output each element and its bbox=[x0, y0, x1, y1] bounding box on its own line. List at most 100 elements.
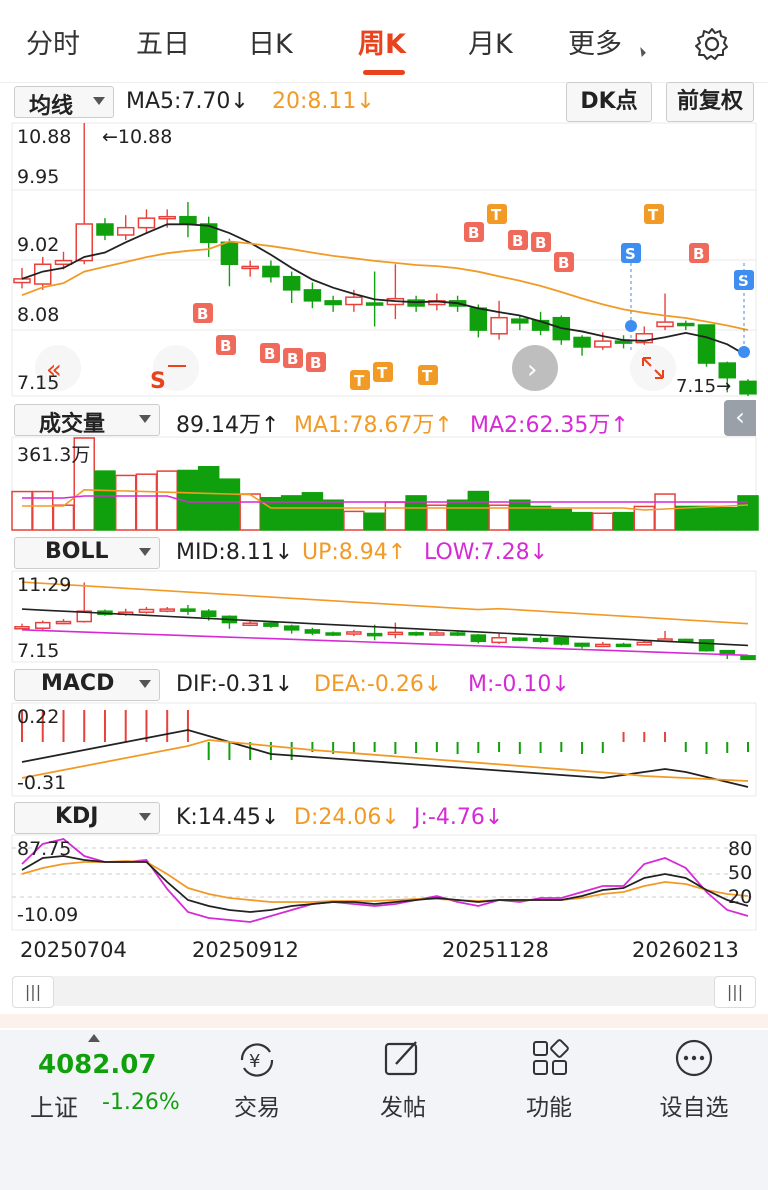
adjust-price-label: 前复权 bbox=[676, 89, 743, 114]
period-tabs: 分时 五日 日K 周K 月K 更多 bbox=[0, 0, 768, 83]
boll-candle-body bbox=[574, 642, 590, 647]
boll-mid: MID:8.11↓ bbox=[176, 540, 294, 565]
nav-add-watchlist[interactable]: 设自选 bbox=[634, 1088, 754, 1122]
index-value[interactable]: 4082.07 bbox=[38, 1050, 156, 1080]
volume-bar bbox=[114, 474, 137, 531]
expand-up-icon[interactable] bbox=[88, 1034, 100, 1042]
collapse-panel-button[interactable]: ‹ bbox=[724, 400, 756, 436]
tab-intraday[interactable]: 分时 bbox=[26, 22, 80, 61]
range-handle-right[interactable]: ||| bbox=[714, 976, 756, 1008]
t-signal-text: T bbox=[377, 364, 388, 382]
macd-axis-min: -0.31 bbox=[17, 772, 67, 794]
candle-body bbox=[656, 321, 674, 328]
volume-value: 89.14万↑ bbox=[176, 413, 280, 438]
fullscreen-button[interactable] bbox=[630, 345, 676, 391]
boll-candle-body bbox=[242, 622, 258, 626]
volume-selector[interactable]: 成交量 bbox=[14, 404, 160, 437]
boll-candle-body bbox=[138, 608, 155, 613]
macd-selector[interactable]: MACD bbox=[14, 669, 160, 701]
indicator-selector-ma[interactable]: 均线 bbox=[14, 86, 114, 119]
dropdown-caret-icon bbox=[139, 548, 151, 556]
price-axis-max: 10.88 bbox=[17, 126, 72, 148]
boll-selector[interactable]: BOLL bbox=[14, 537, 160, 569]
volume-selector-label: 成交量 bbox=[39, 412, 106, 437]
add-watchlist-icon[interactable] bbox=[674, 1038, 714, 1078]
grip-icon: ||| bbox=[726, 982, 744, 1001]
nav-features[interactable]: 功能 bbox=[489, 1088, 609, 1122]
candle-body bbox=[262, 265, 280, 278]
max-price-marker: ←10.88 bbox=[102, 126, 173, 148]
volume-bar bbox=[135, 473, 158, 531]
boll-candle-body bbox=[159, 608, 175, 612]
volume-axis-max: 361.3万 bbox=[17, 444, 91, 466]
candle-body bbox=[511, 318, 529, 324]
price-axis-min: 7.15 bbox=[17, 372, 60, 394]
volume-ma1: MA1:78.67万↑ bbox=[294, 413, 453, 438]
tab-monthly-k[interactable]: 月K bbox=[468, 22, 513, 61]
boll-chart bbox=[11, 570, 757, 663]
boll-candle-body bbox=[366, 632, 383, 637]
candle-body bbox=[490, 316, 508, 335]
boll-candle-body bbox=[14, 626, 30, 630]
trade-yen-icon[interactable]: ¥ bbox=[234, 1040, 280, 1080]
volume-bar bbox=[467, 490, 490, 531]
boll-axis-min: 7.15 bbox=[17, 640, 60, 662]
dk-point-button[interactable]: DK点 bbox=[566, 82, 652, 122]
candle-body bbox=[241, 265, 259, 270]
buy-signal-text: B bbox=[264, 345, 275, 363]
tab-more[interactable]: 更多 bbox=[568, 22, 622, 61]
candle-body bbox=[96, 223, 114, 236]
signal-s-icon: S bbox=[150, 369, 166, 394]
tab-weekly-k[interactable]: 周K bbox=[358, 22, 406, 61]
nav-post[interactable]: 发帖 bbox=[343, 1088, 463, 1122]
boll-candle-body bbox=[325, 632, 341, 636]
index-name: 上证 bbox=[30, 1094, 78, 1122]
volume-bar bbox=[571, 511, 593, 531]
sell-signal-text: S bbox=[738, 272, 749, 290]
settings-gear-icon[interactable] bbox=[694, 26, 730, 62]
kdj-selector[interactable]: KDJ bbox=[14, 802, 160, 834]
candle-body bbox=[199, 223, 218, 244]
boll-candle-body bbox=[283, 625, 300, 631]
more-caret-icon bbox=[636, 47, 646, 57]
candle-body bbox=[282, 275, 301, 291]
boll-candle-body bbox=[263, 622, 279, 627]
volume-bar bbox=[550, 508, 573, 531]
tab-five-day[interactable]: 五日 bbox=[136, 22, 190, 61]
boll-candle-body bbox=[698, 639, 715, 652]
price-axis-3: 9.02 bbox=[17, 234, 60, 256]
adjust-price-button[interactable]: 前复权 bbox=[666, 82, 754, 122]
buy-signal-text: B bbox=[512, 232, 523, 250]
nav-trade[interactable]: 交易 bbox=[197, 1088, 317, 1122]
candle-body bbox=[739, 380, 757, 395]
date-label-3: 20251128 bbox=[442, 938, 549, 962]
candle-body bbox=[594, 340, 612, 348]
boll-candle-body bbox=[491, 637, 507, 644]
range-handle-left[interactable]: ||| bbox=[12, 976, 54, 1008]
candle-body bbox=[179, 215, 197, 225]
t-signal-text: T bbox=[422, 367, 433, 385]
macd-selector-label: MACD bbox=[41, 671, 115, 696]
boll-candle-body bbox=[470, 634, 487, 643]
volume-bar bbox=[405, 495, 427, 531]
dk-point-label: DK点 bbox=[580, 89, 638, 114]
boll-up: UP:8.94↑ bbox=[302, 540, 407, 565]
volume-ma2: MA2:62.35万↑ bbox=[470, 413, 629, 438]
kdj-selector-label: KDJ bbox=[55, 804, 99, 829]
kline-chart[interactable]: BB B B BB B BB BT T TTSST « S › bbox=[0, 120, 768, 400]
t-signal-text: T bbox=[491, 206, 502, 224]
ma-selector-label: 均线 bbox=[29, 94, 74, 119]
volume-bar bbox=[675, 505, 697, 531]
tab-daily-k[interactable]: 日K bbox=[248, 22, 293, 61]
volume-bar bbox=[446, 499, 469, 531]
post-edit-icon[interactable] bbox=[382, 1038, 424, 1078]
macd-chart bbox=[11, 702, 757, 797]
volume-bar bbox=[218, 478, 241, 531]
range-scrollbar[interactable] bbox=[12, 976, 756, 1006]
buy-signal-text: B bbox=[468, 224, 479, 242]
volume-bar bbox=[654, 493, 676, 531]
candle-body bbox=[220, 241, 239, 266]
date-label-2: 20250912 bbox=[192, 938, 299, 962]
collapse-arrow-icon: ‹ bbox=[735, 403, 745, 431]
features-grid-icon[interactable] bbox=[530, 1038, 570, 1078]
